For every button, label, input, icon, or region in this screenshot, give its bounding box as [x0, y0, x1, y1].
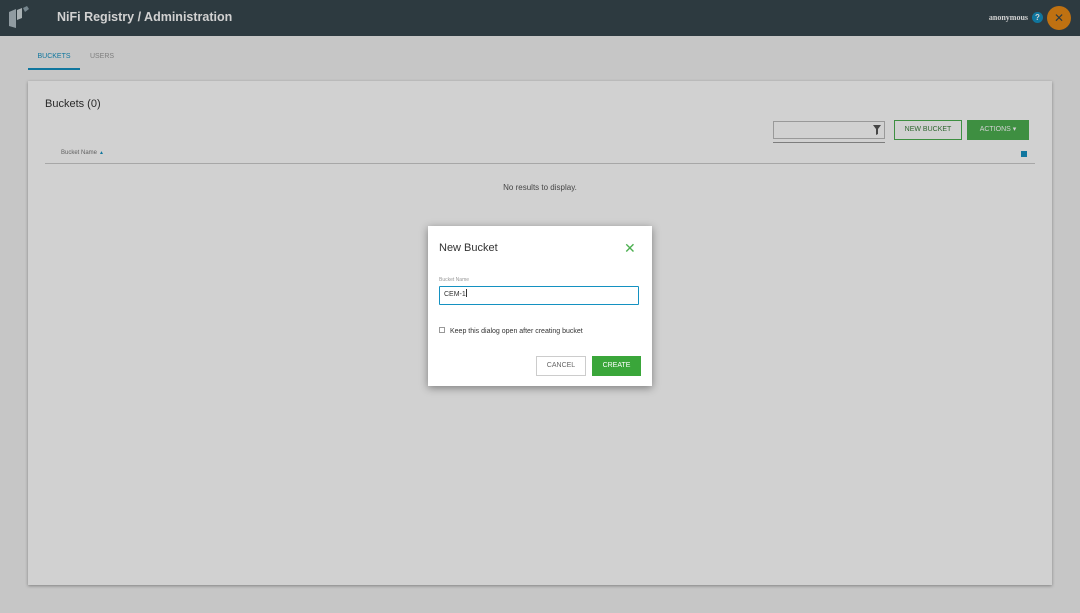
- keep-open-row[interactable]: Keep this dialog open after creating buc…: [439, 327, 583, 335]
- dialog-close-icon[interactable]: ✕: [624, 241, 636, 255]
- cancel-button[interactable]: CANCEL: [536, 356, 586, 376]
- keep-open-label: Keep this dialog open after creating buc…: [450, 328, 583, 335]
- bucket-name-label: Bucket Name: [439, 277, 470, 283]
- new-bucket-dialog: New Bucket ✕ Bucket Name CEM-1 Keep this…: [428, 226, 652, 386]
- create-button[interactable]: CREATE: [592, 356, 641, 376]
- bucket-name-value: CEM-1: [444, 291, 466, 298]
- text-caret: [465, 289, 467, 297]
- bucket-name-input[interactable]: CEM-1: [439, 286, 639, 305]
- keep-open-checkbox[interactable]: [439, 327, 445, 333]
- dialog-title: New Bucket: [439, 242, 498, 254]
